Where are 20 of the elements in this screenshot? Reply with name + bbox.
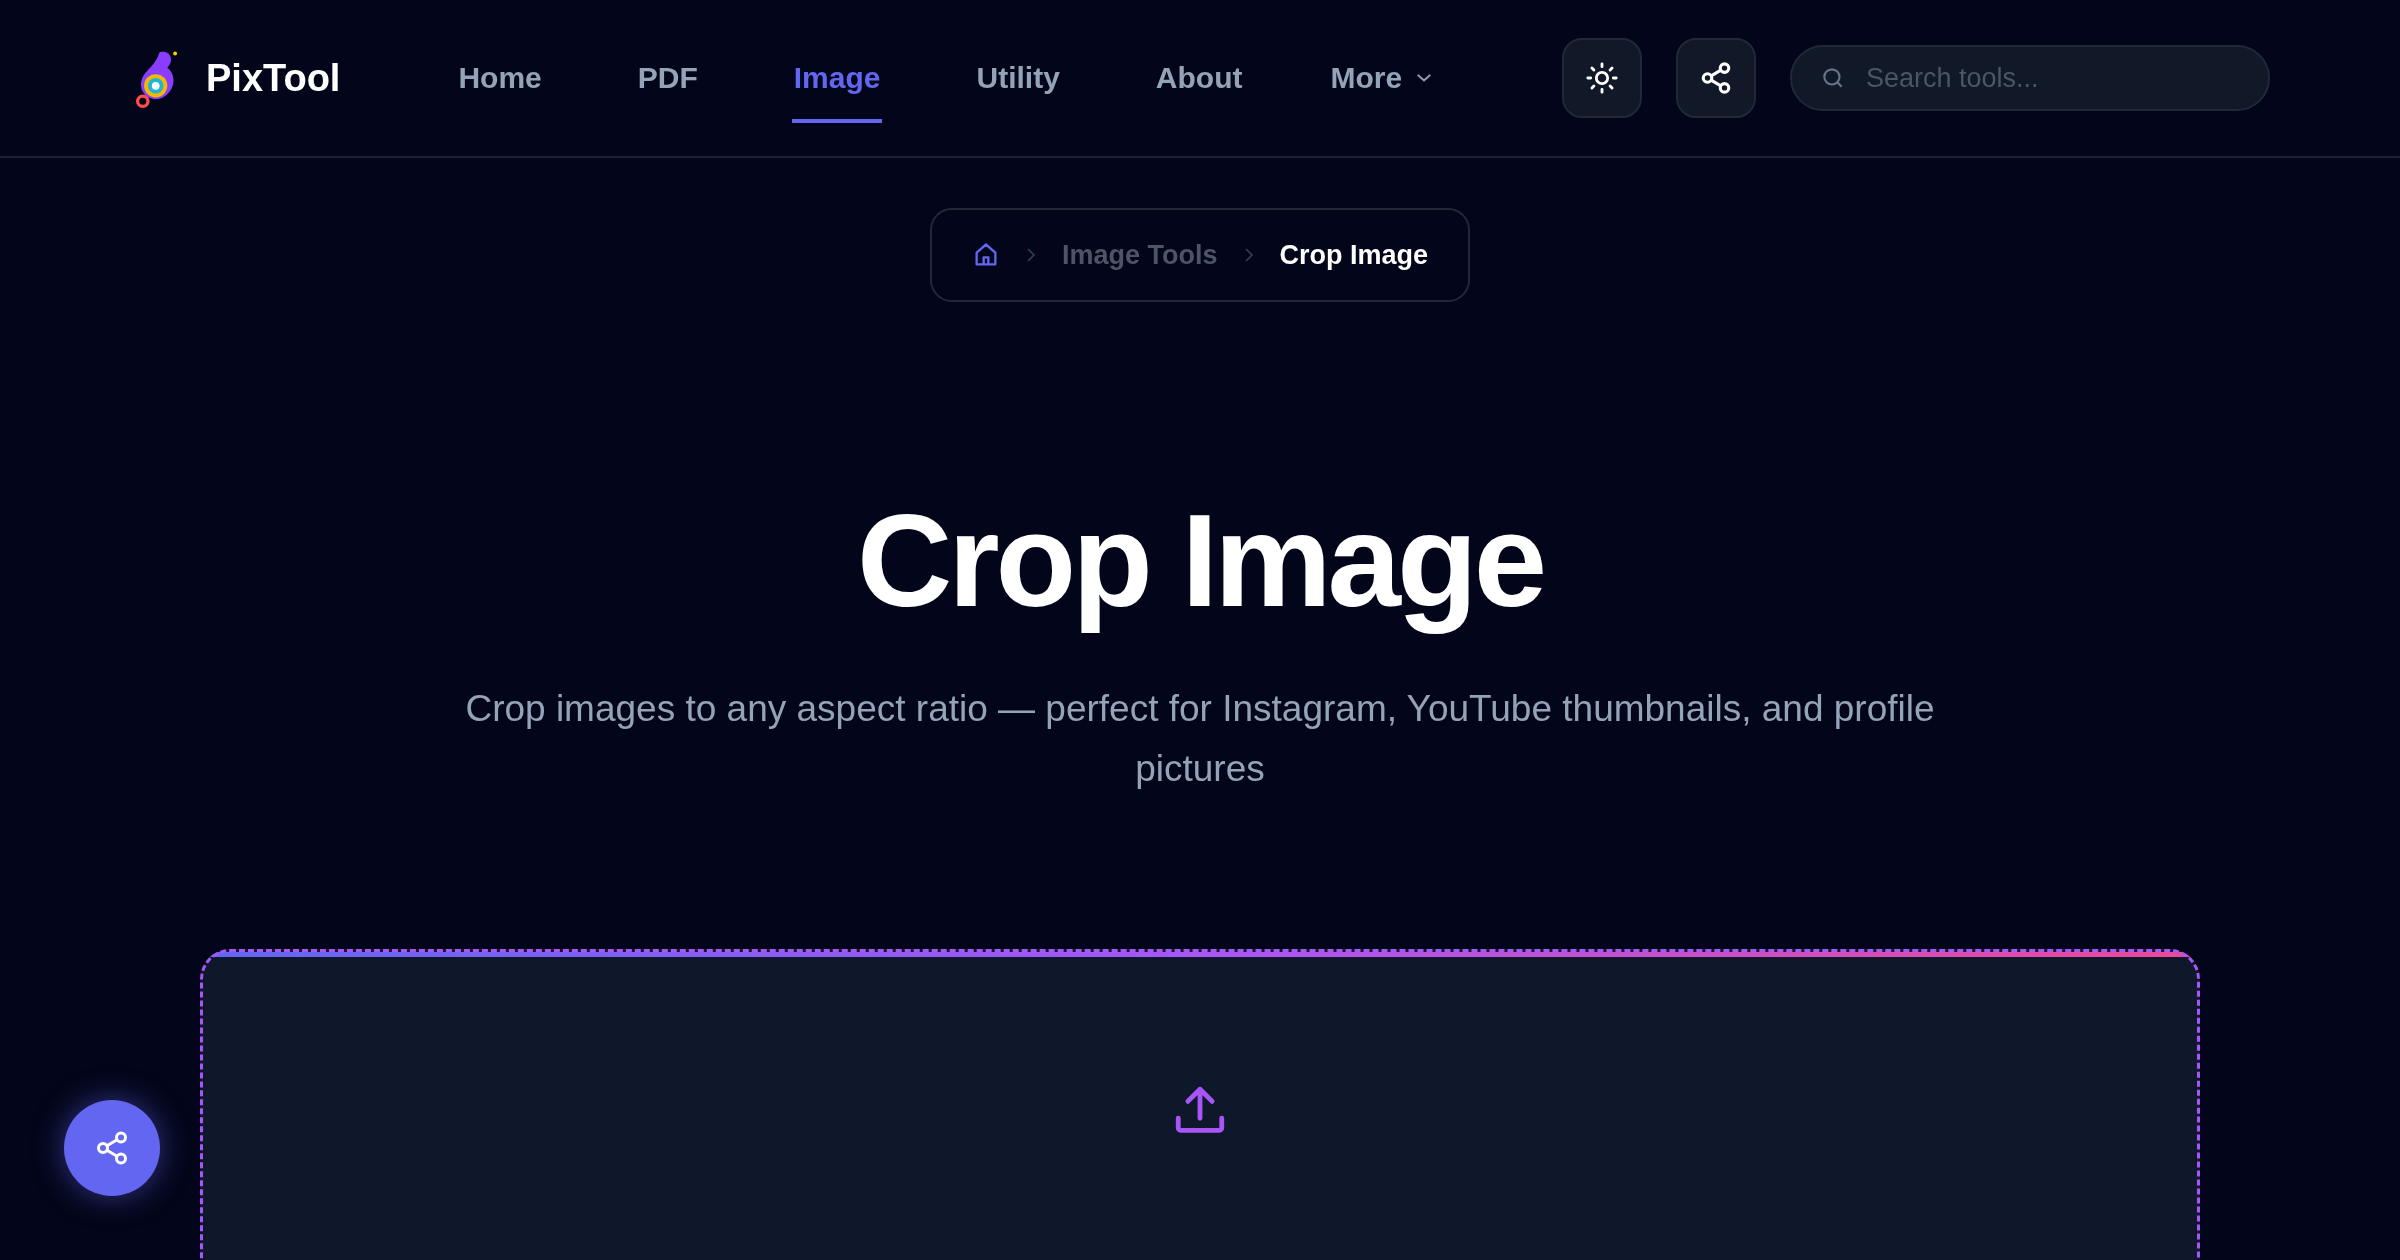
share-icon bbox=[94, 1130, 130, 1166]
chevron-right-icon bbox=[1025, 247, 1036, 263]
nav-link[interactable]: Home bbox=[410, 0, 590, 157]
breadcrumb-item: Crop Image bbox=[1279, 239, 1429, 271]
upload-dropzone[interactable] bbox=[200, 949, 2200, 1260]
page-subtitle: Crop images to any aspect ratio — perfect for Instagram, YouTube thumbnails, and profile pictures bbox=[464, 687, 1936, 792]
search-field[interactable]: Search tools... bbox=[1790, 45, 2270, 111]
theme-toggle-button[interactable] bbox=[1562, 38, 1642, 118]
more-menu[interactable]: More bbox=[1330, 61, 1433, 95]
nav-link[interactable]: PDF bbox=[589, 0, 746, 157]
share-fab-button[interactable] bbox=[64, 1100, 160, 1196]
sun-icon bbox=[1585, 61, 1619, 95]
share-button[interactable] bbox=[1676, 38, 1756, 118]
page-title: Crop Image bbox=[856, 488, 1544, 634]
share-icon bbox=[1699, 61, 1733, 95]
nav-link[interactable]: About bbox=[1107, 0, 1291, 157]
chevron-down-icon bbox=[1416, 73, 1433, 83]
nav-link[interactable]: Utility bbox=[928, 0, 1108, 157]
chevron-right-icon bbox=[1243, 247, 1254, 263]
brand-name[interactable]: PixTool bbox=[206, 56, 341, 100]
